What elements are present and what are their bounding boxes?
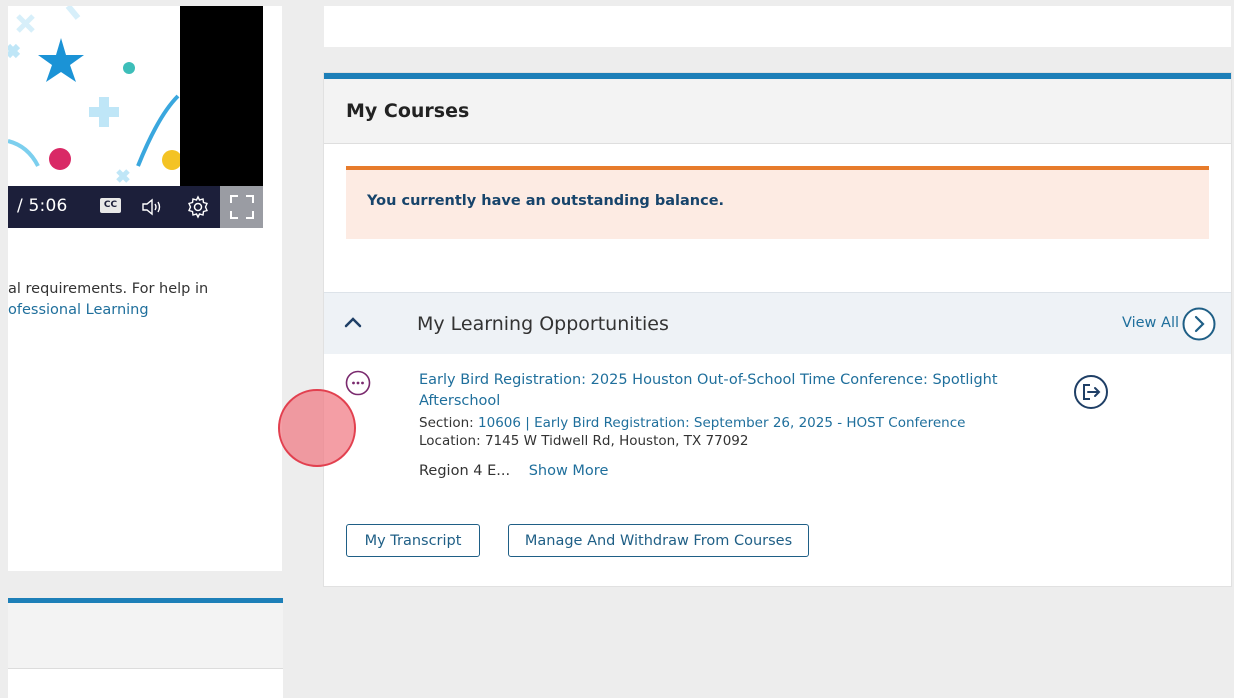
video-thumbnail-art — [8, 6, 180, 186]
my-courses-card: My Courses You currently have an outstan… — [324, 73, 1231, 586]
top-card — [324, 6, 1231, 47]
view-all-label[interactable]: View All — [1122, 315, 1179, 331]
chevron-right-circle-icon[interactable] — [1182, 307, 1216, 345]
learning-opportunities-title: My Learning Opportunities — [417, 313, 669, 335]
my-courses-header: My Courses — [324, 79, 1231, 144]
my-transcript-button[interactable]: My Transcript — [346, 524, 480, 557]
settings-gear-icon[interactable] — [186, 195, 210, 219]
my-courses-title: My Courses — [346, 100, 470, 122]
left-lower-card — [8, 598, 283, 698]
left-help-text: al requirements. For help in ofessional … — [8, 279, 278, 321]
section-label: Section: — [419, 415, 474, 431]
video-player[interactable]: / 5:06 CC — [8, 6, 263, 228]
closed-captions-icon[interactable]: CC — [100, 198, 121, 213]
location-label: Location: — [419, 433, 481, 449]
more-options-icon[interactable] — [345, 370, 371, 396]
click-position-marker — [278, 389, 356, 467]
outstanding-balance-alert: You currently have an outstanding balanc… — [346, 166, 1209, 239]
region-truncated: Region 4 E... — [419, 463, 511, 479]
fullscreen-button[interactable] — [220, 186, 263, 228]
manage-withdraw-courses-button[interactable]: Manage And Withdraw From Courses — [508, 524, 809, 557]
show-more-link[interactable]: Show More — [529, 463, 609, 479]
course-region-line: Region 4 E... Show More — [419, 463, 608, 479]
chevron-up-icon[interactable] — [342, 313, 364, 331]
withdraw-exit-icon[interactable] — [1073, 374, 1109, 410]
alert-message: You currently have an outstanding balanc… — [367, 193, 725, 209]
section-value: 10606 | Early Bird Registration: Septemb… — [478, 415, 966, 431]
location-value: 7145 W Tidwell Rd, Houston, TX 77092 — [484, 433, 749, 449]
video-controls-bar: / 5:06 CC — [8, 186, 263, 228]
course-section-line: Section: 10606 | Early Bird Registration… — [419, 415, 965, 431]
course-location-line: Location: 7145 W Tidwell Rd, Houston, TX… — [419, 433, 749, 449]
volume-icon[interactable] — [141, 197, 165, 217]
course-title-link[interactable]: Early Bird Registration: 2025 Houston Ou… — [419, 370, 1019, 412]
learning-opportunities-header: My Learning Opportunities View All — [324, 292, 1231, 354]
fullscreen-icon — [230, 195, 254, 219]
professional-learning-link[interactable]: ofessional Learning — [8, 300, 278, 321]
video-time-display: / 5:06 — [17, 196, 68, 216]
left-lower-card-header — [8, 603, 283, 669]
help-text-line: al requirements. For help in — [8, 281, 209, 297]
